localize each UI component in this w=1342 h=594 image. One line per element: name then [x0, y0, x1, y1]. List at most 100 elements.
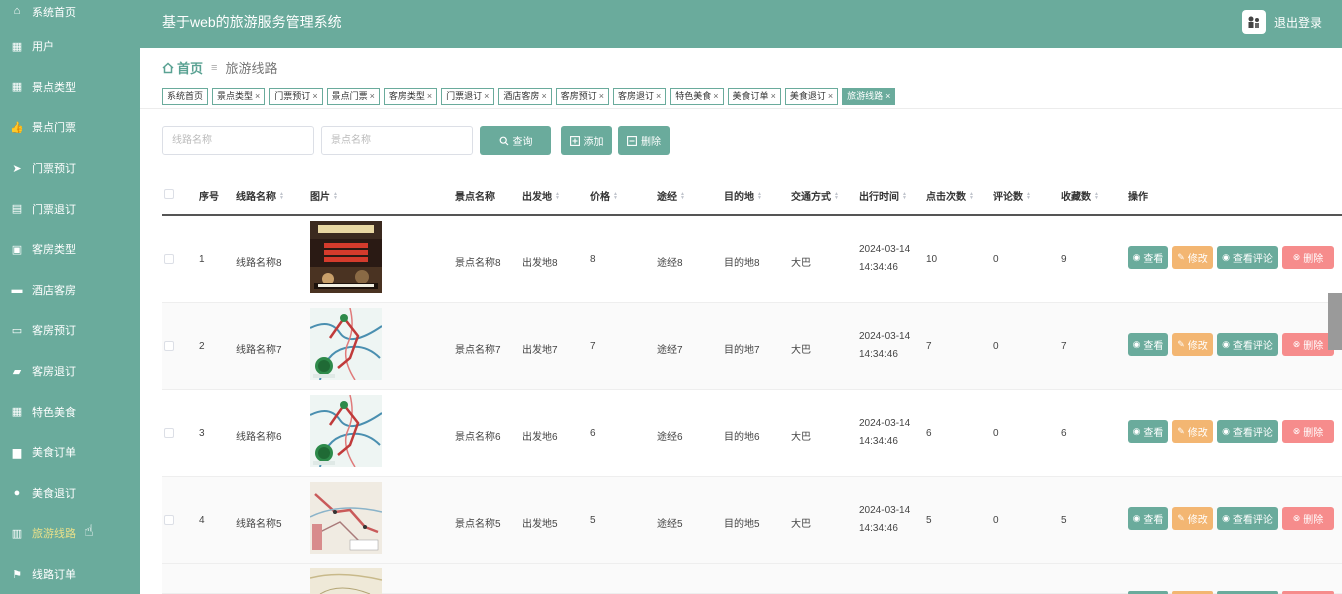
- tag-12[interactable]: 美食退订 ×: [784, 88, 839, 105]
- tag-10[interactable]: 特色美食 ×: [670, 88, 724, 105]
- tag-8[interactable]: 客房预订 ×: [555, 88, 609, 105]
- column-header-10[interactable]: 出行时间 ▲ ▼: [859, 188, 907, 203]
- home-icon: ⌂: [13, 5, 21, 17]
- column-header-8[interactable]: 目的地 ▲ ▼: [724, 188, 762, 203]
- view-button[interactable]: ◉ 查看: [1128, 246, 1168, 269]
- row-checkbox[interactable]: [164, 515, 174, 525]
- logout-button[interactable]: 退出登录: [1241, 10, 1322, 34]
- sidebar-item-8[interactable]: ▬ 酒店客房: [0, 270, 140, 311]
- view-button[interactable]: ◉ 查看: [1128, 333, 1168, 356]
- sidebar-item-13[interactable]: ● 美食退订: [0, 473, 140, 514]
- sidebar-item-12[interactable]: ▆ 美食订单: [0, 432, 140, 473]
- table-row: 3 线路名称6 景点名称6 出发地6 6 途经6 目的地6 大巴 6 0 6 2024-03-14 1…: [162, 390, 1342, 477]
- edit-button[interactable]: ✎ 修改: [1172, 246, 1213, 269]
- view-comments-button[interactable]: ◉ 查看评论: [1217, 246, 1278, 269]
- sidebar-item-11[interactable]: ▦ 特色美食: [0, 391, 140, 432]
- tag-3[interactable]: 门票预订 ×: [269, 88, 323, 105]
- sidebar-item-1[interactable]: ⌂ 系统首页: [0, 0, 140, 26]
- route-thumbnail[interactable]: [310, 395, 382, 467]
- row-checkbox[interactable]: [164, 428, 174, 438]
- sort-icon[interactable]: ▲ ▼: [834, 191, 839, 200]
- breadcrumb-home[interactable]: 首页: [162, 58, 203, 77]
- column-header-9[interactable]: 交通方式 ▲ ▼: [791, 188, 839, 203]
- sidebar-item-3[interactable]: ▦ 景点类型: [0, 67, 140, 108]
- add-button[interactable]: 添加: [561, 126, 612, 155]
- sort-icon[interactable]: ▲ ▼: [279, 191, 284, 200]
- sidebar-item-5[interactable]: ➤ 门票预订: [0, 148, 140, 189]
- sidebar-item-10[interactable]: ▰ 客房退订: [0, 351, 140, 392]
- close-icon[interactable]: ×: [370, 89, 375, 104]
- close-icon[interactable]: ×: [771, 89, 776, 104]
- tag-5[interactable]: 客房类型 ×: [383, 88, 438, 105]
- tag-9[interactable]: 客房退订 ×: [612, 88, 667, 105]
- close-icon[interactable]: ×: [484, 89, 489, 104]
- row-checkbox[interactable]: [164, 254, 174, 264]
- view-button[interactable]: ◉ 查看: [1128, 507, 1168, 530]
- column-header-5[interactable]: 出发地 ▲ ▼: [522, 188, 560, 203]
- column-header-12[interactable]: 评论数 ▲ ▼: [993, 188, 1031, 203]
- sidebar-item-9[interactable]: ▭ 客房预订: [0, 310, 140, 351]
- route-thumbnail[interactable]: [310, 308, 382, 380]
- sort-icon[interactable]: ▲ ▼: [1094, 191, 1099, 200]
- batch-delete-button[interactable]: 删除: [618, 126, 670, 155]
- tag-13[interactable]: 旅游线路 ×: [842, 88, 896, 105]
- sidebar-item-14[interactable]: ▥ 旅游线路: [0, 513, 140, 554]
- tag-7[interactable]: 酒店客房 ×: [498, 88, 552, 105]
- column-header-7[interactable]: 途经 ▲ ▼: [657, 188, 685, 203]
- sort-icon[interactable]: ▲ ▼: [969, 191, 974, 200]
- close-icon[interactable]: ×: [255, 89, 260, 104]
- close-icon[interactable]: ×: [541, 89, 546, 104]
- sidebar-item-2[interactable]: ▦ 用户: [0, 26, 140, 67]
- close-icon[interactable]: ×: [828, 89, 833, 104]
- tag-2[interactable]: 景点类型 ×: [212, 88, 266, 105]
- sidebar-item-7[interactable]: ▣ 客房类型: [0, 229, 140, 270]
- table-row-partial: [162, 564, 1342, 594]
- view-comments-button[interactable]: ◉ 查看评论: [1217, 507, 1278, 530]
- sidebar-item-6[interactable]: ▤ 门票退订: [0, 188, 140, 229]
- column-header-3[interactable]: 图片 ▲ ▼: [310, 188, 338, 203]
- route-thumbnail[interactable]: [310, 221, 382, 293]
- view-comments-button[interactable]: ◉ 查看评论: [1217, 420, 1278, 443]
- delete-button[interactable]: ⊗ 删除: [1282, 507, 1334, 530]
- sort-icon[interactable]: ▲ ▼: [613, 191, 618, 200]
- sort-icon[interactable]: ▲ ▼: [1026, 191, 1031, 200]
- select-all-checkbox[interactable]: [164, 189, 174, 199]
- route-name-input[interactable]: [162, 126, 314, 155]
- sidebar-item-4[interactable]: 👍 景点门票: [0, 107, 140, 148]
- edit-button[interactable]: ✎ 修改: [1172, 420, 1213, 443]
- close-icon[interactable]: ×: [312, 89, 317, 104]
- tag-6[interactable]: 门票退订 ×: [441, 88, 495, 105]
- sidebar-item-15[interactable]: ⚑ 线路订单: [0, 554, 140, 594]
- column-header-2[interactable]: 线路名称 ▲ ▼: [236, 188, 284, 203]
- delete-button[interactable]: ⊗ 删除: [1282, 246, 1334, 269]
- row-checkbox[interactable]: [164, 341, 174, 351]
- column-header-6[interactable]: 价格 ▲ ▼: [590, 188, 618, 203]
- close-icon[interactable]: ×: [885, 89, 890, 104]
- close-icon[interactable]: ×: [656, 89, 661, 104]
- view-comments-button[interactable]: ◉ 查看评论: [1217, 333, 1278, 356]
- query-button[interactable]: 查询: [480, 126, 551, 155]
- view-button[interactable]: ◉ 查看: [1128, 420, 1168, 443]
- tag-4[interactable]: 景点门票 ×: [326, 88, 380, 105]
- tag-11[interactable]: 美食订单 ×: [727, 88, 781, 105]
- column-header-11[interactable]: 点击次数 ▲ ▼: [926, 188, 974, 203]
- edit-button[interactable]: ✎ 修改: [1172, 333, 1213, 356]
- sort-icon[interactable]: ▲ ▼: [902, 191, 907, 200]
- scrollbar[interactable]: [1328, 293, 1342, 350]
- spot-name-input[interactable]: [321, 126, 473, 155]
- delete-button[interactable]: ⊗ 删除: [1282, 420, 1334, 443]
- column-header-13[interactable]: 收藏数 ▲ ▼: [1061, 188, 1099, 203]
- sort-icon[interactable]: ▲ ▼: [555, 191, 560, 200]
- sort-icon[interactable]: ▲ ▼: [333, 191, 338, 200]
- close-icon[interactable]: ×: [427, 89, 432, 104]
- avatar: [1241, 10, 1266, 34]
- tag-1[interactable]: 系统首页: [162, 88, 209, 105]
- close-icon[interactable]: ×: [713, 89, 718, 104]
- route-thumbnail[interactable]: [310, 568, 382, 594]
- sort-icon[interactable]: ▲ ▼: [680, 191, 685, 200]
- route-thumbnail[interactable]: [310, 482, 382, 554]
- sort-icon[interactable]: ▲ ▼: [757, 191, 762, 200]
- close-icon[interactable]: ×: [599, 89, 604, 104]
- delete-button[interactable]: ⊗ 删除: [1282, 333, 1334, 356]
- edit-button[interactable]: ✎ 修改: [1172, 507, 1213, 530]
